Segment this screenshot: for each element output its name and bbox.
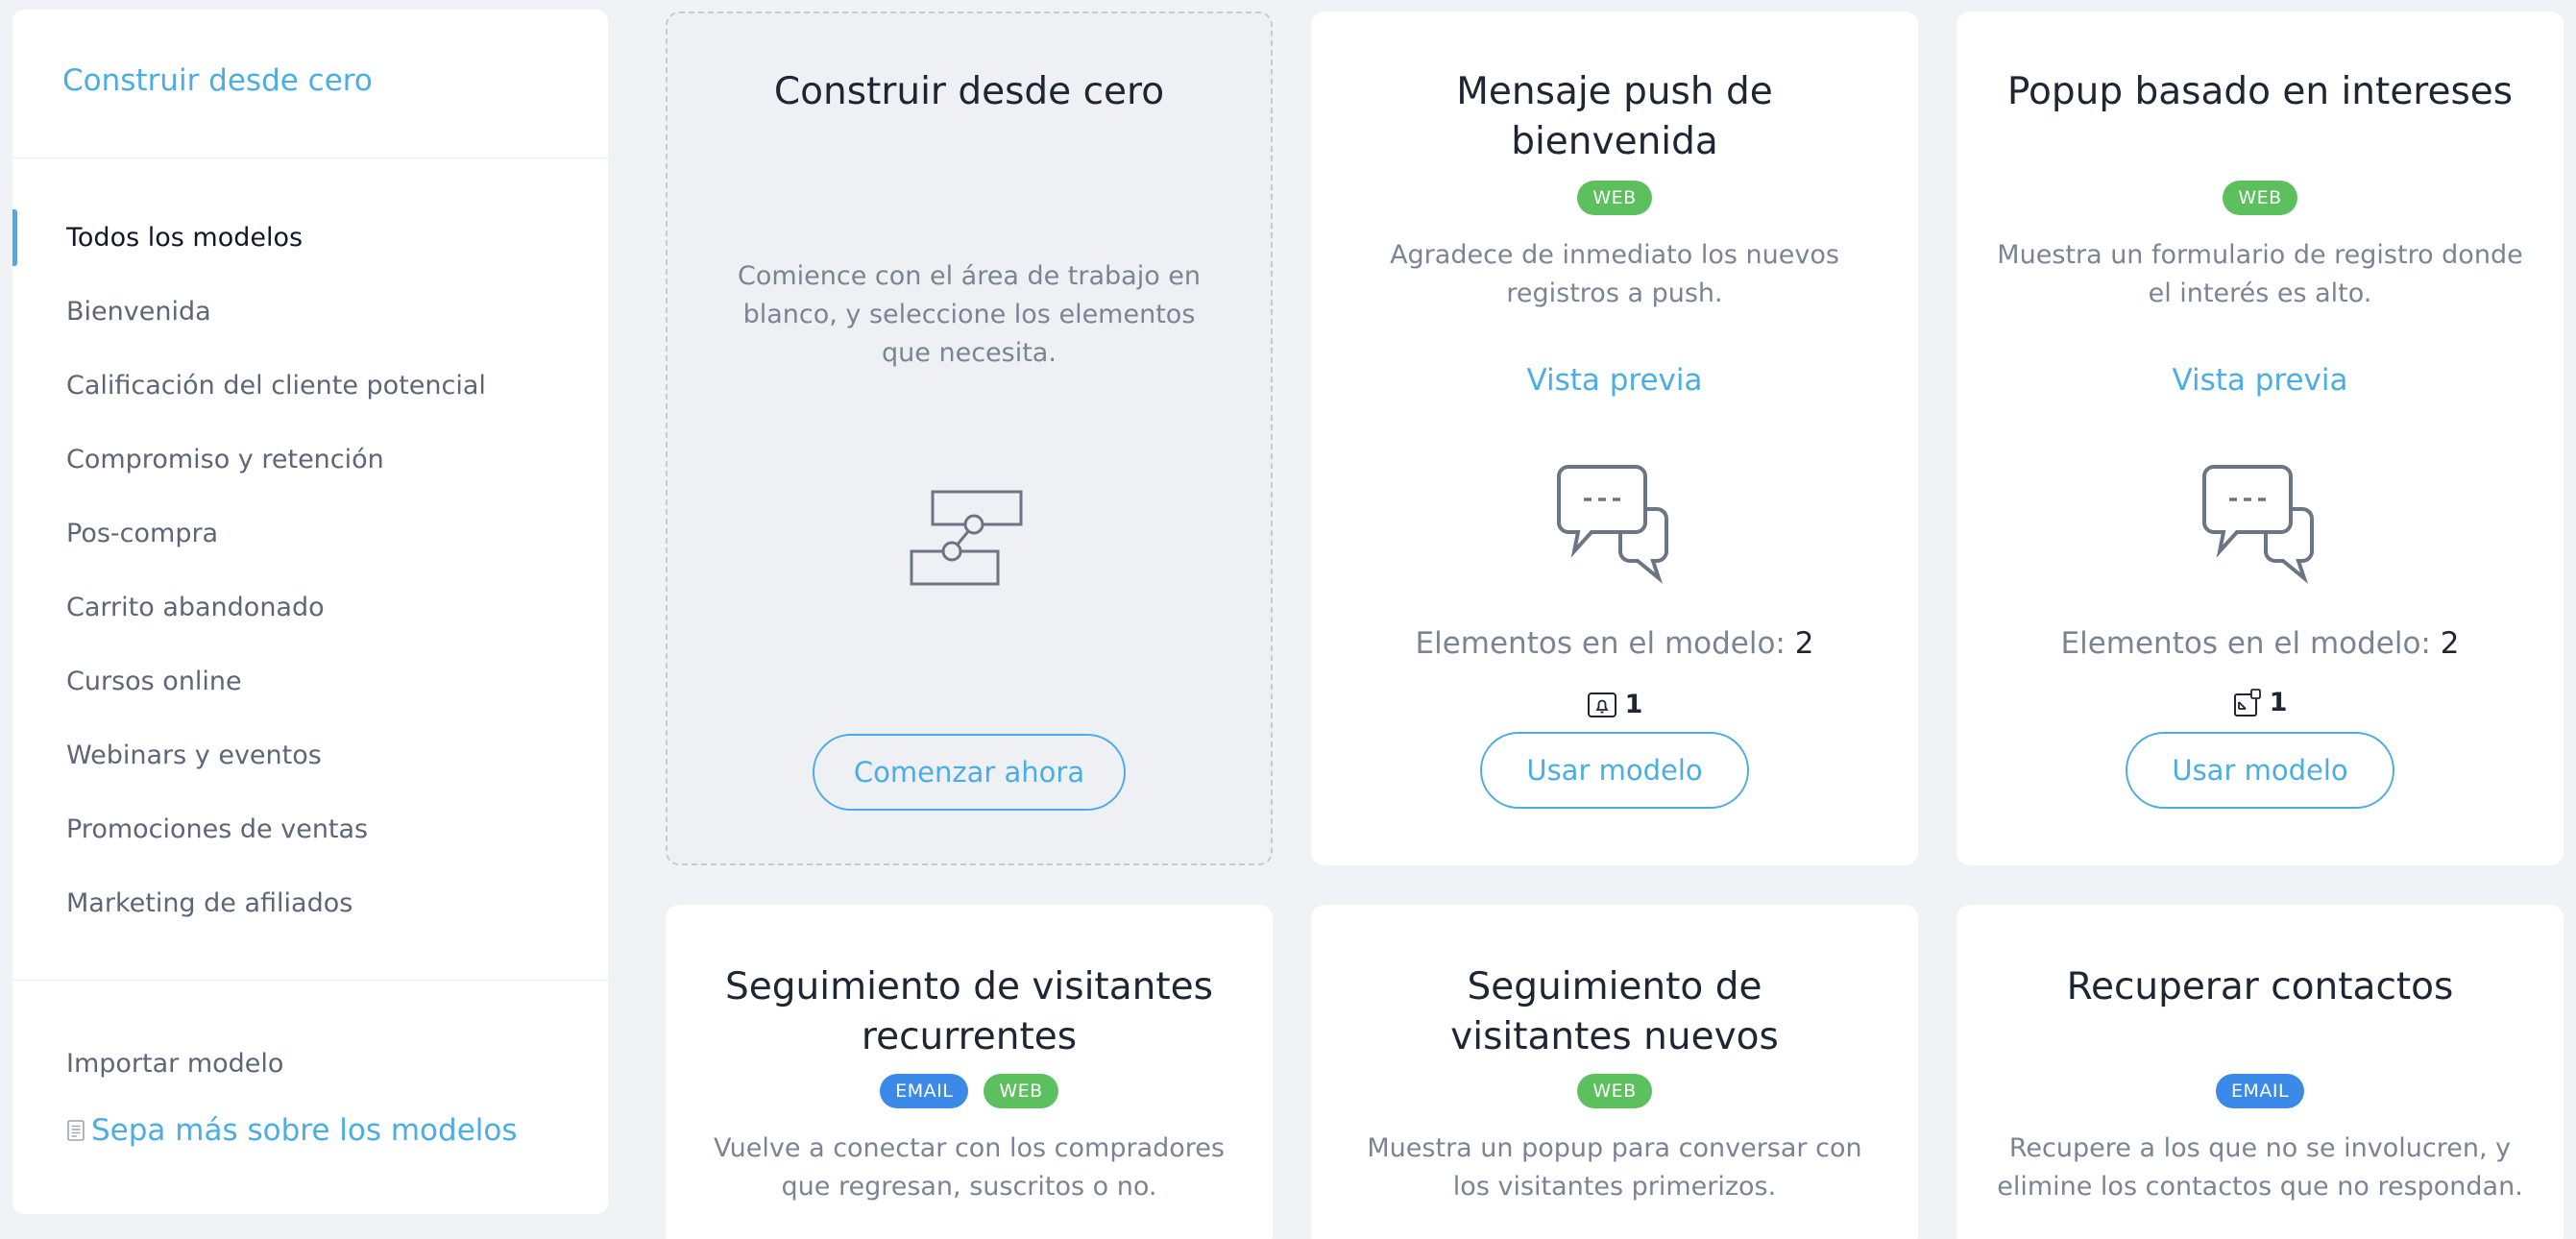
sidebar-item-welcome[interactable]: Bienvenida <box>12 275 608 349</box>
element-type-count: 1 <box>1956 688 2564 717</box>
build-from-scratch-link[interactable]: Construir desde cero <box>62 63 373 98</box>
card-build-from-scratch: Construir desde cero Comience con el áre… <box>666 12 1273 865</box>
card-title: Seguimiento de visitantes nuevos <box>1450 965 1779 1058</box>
sidebar-footer: Importar modelo Sepa más sobre los model… <box>12 981 608 1149</box>
element-type-count: 1 <box>1311 690 1918 719</box>
popup-count: 1 <box>2269 688 2288 717</box>
sidebar-item-sales-promotions[interactable]: Promociones de ventas <box>12 792 608 866</box>
elements-in-model: Elementos en el modelo: 2 <box>1956 626 2564 661</box>
category-list: Todos los modelos Bienvenida Calificació… <box>12 158 608 981</box>
card-recurring-visitors: Seguimiento de visitantes recurrentes EM… <box>666 905 1273 1239</box>
sidebar-item-post-purchase[interactable]: Pos-compra <box>12 497 608 571</box>
sidebar-item-webinars[interactable]: Webinars y eventos <box>12 718 608 792</box>
web-badge: WEB <box>2223 181 2297 215</box>
card-description: Recupere a los que no se involucren, y e… <box>1997 1133 2523 1202</box>
card-description: Agradece de inmediato los nuevos registr… <box>1390 240 1839 308</box>
sidebar-item-affiliate-marketing[interactable]: Marketing de afiliados <box>12 866 608 940</box>
sidebar-header: Construir desde cero <box>12 10 608 158</box>
use-model-button[interactable]: Usar modelo <box>1480 732 1749 809</box>
card-title: Seguimiento de visitantes recurrentes <box>725 965 1213 1058</box>
web-badge: WEB <box>1577 1074 1652 1108</box>
elements-in-model: Elementos en el modelo: 2 <box>1311 626 1918 661</box>
badge-group: EMAIL WEB <box>666 1074 1273 1108</box>
card-description: Muestra un popup para conversar con los … <box>1367 1133 1862 1202</box>
email-badge: EMAIL <box>880 1074 969 1108</box>
badge-group: WEB <box>1956 181 2564 215</box>
learn-more-link[interactable]: Sepa más sobre los modelos <box>12 1113 608 1148</box>
web-badge: WEB <box>1577 181 1652 215</box>
card-new-visitors: Seguimiento de visitantes nuevos WEB Mue… <box>1311 905 1918 1239</box>
elements-count: 2 <box>1794 626 1814 661</box>
popup-form-icon <box>2233 688 2261 717</box>
sidebar: Construir desde cero Todos los modelos B… <box>12 10 608 1214</box>
web-badge: WEB <box>984 1074 1058 1108</box>
sidebar-item-lead-qualification[interactable]: Calificación del cliente potencial <box>12 349 608 423</box>
import-model-link[interactable]: Importar modelo <box>12 1027 608 1100</box>
push-count: 1 <box>1624 690 1643 719</box>
document-icon <box>67 1120 85 1141</box>
card-title: Mensaje push de bienvenida <box>1456 70 1773 163</box>
sidebar-item-online-courses[interactable]: Cursos online <box>12 644 608 718</box>
elements-label: Elementos en el modelo: <box>1415 626 1786 661</box>
badge-group: EMAIL <box>1956 1074 2564 1108</box>
card-welcome-push: Mensaje push de bienvenida WEB Agradece … <box>1311 12 1918 865</box>
chat-bubbles-icon <box>1557 465 1668 584</box>
preview-link[interactable]: Vista previa <box>2172 363 2347 398</box>
badge-group: WEB <box>1311 1074 1918 1108</box>
card-recover-contacts: Recuperar contactos EMAIL Recupere a los… <box>1956 905 2564 1239</box>
badge-group: WEB <box>1311 181 1918 215</box>
learn-more-label: Sepa más sobre los modelos <box>91 1113 518 1148</box>
sidebar-item-engagement[interactable]: Compromiso y retención <box>12 423 608 497</box>
start-now-button[interactable]: Comenzar ahora <box>813 734 1126 811</box>
card-title: Construir desde cero <box>773 70 1165 113</box>
elements-count: 2 <box>2440 626 2460 661</box>
card-description: Comience con el área de trabajo en blanc… <box>737 261 1202 368</box>
use-model-button[interactable]: Usar modelo <box>2126 732 2394 809</box>
card-interest-popup: Popup basado en intereses WEB Muestra un… <box>1956 12 2564 865</box>
email-badge: EMAIL <box>2215 1074 2305 1108</box>
preview-link[interactable]: Vista previa <box>1526 363 1702 398</box>
elements-label: Elementos en el modelo: <box>2060 626 2431 661</box>
card-title: Popup basado en intereses <box>2006 70 2514 113</box>
chat-bubbles-icon <box>2202 465 2314 584</box>
sidebar-item-all-models[interactable]: Todos los modelos <box>12 201 608 275</box>
card-title: Recuperar contactos <box>2066 965 2454 1008</box>
push-notification-icon <box>1587 692 1616 717</box>
card-description: Vuelve a conectar con los compradores qu… <box>714 1133 1225 1202</box>
sidebar-item-abandoned-cart[interactable]: Carrito abandonado <box>12 571 608 644</box>
flow-diagram-icon <box>910 490 1023 586</box>
card-description: Muestra un formulario de registro donde … <box>1997 240 2523 308</box>
